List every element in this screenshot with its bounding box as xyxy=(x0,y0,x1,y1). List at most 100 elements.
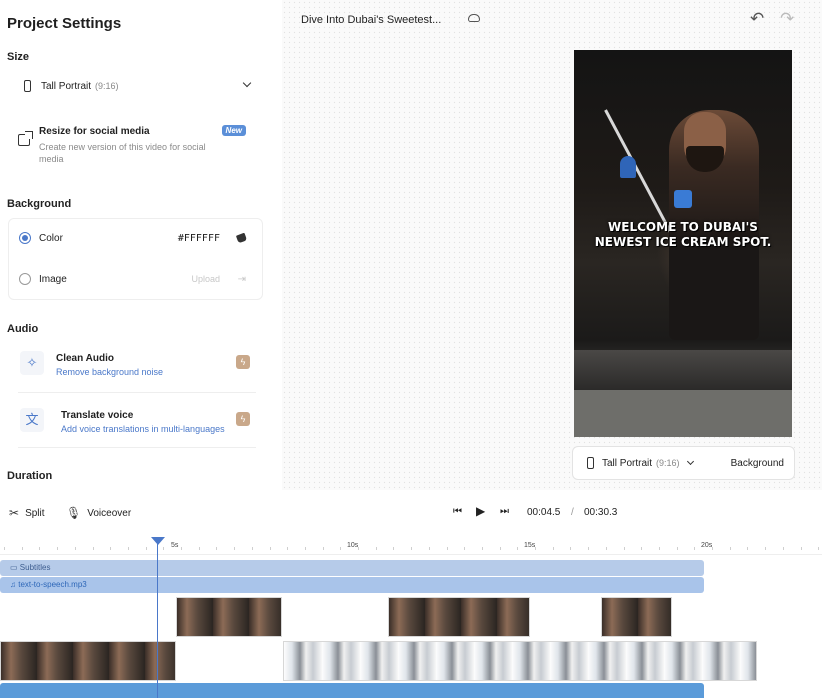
color-radio[interactable] xyxy=(19,232,31,244)
video-clip[interactable] xyxy=(388,597,530,637)
translate-voice-option[interactable]: 文 Translate voice Add voice translations… xyxy=(18,406,254,442)
audio-section-label: Audio xyxy=(7,323,39,335)
resize-for-social-button[interactable]: Resize for social media Create new versi… xyxy=(14,122,250,168)
subtitles-icon: ▭ xyxy=(10,563,20,572)
ruler-tick xyxy=(570,547,572,550)
audio-wave-icon: ♫ xyxy=(10,580,19,589)
ruler-tick xyxy=(747,547,749,550)
format-bar: Tall Portrait (9:16) Background xyxy=(572,446,795,480)
time-ruler[interactable]: 5s 10s 15s 20s xyxy=(0,535,822,555)
video-preview[interactable]: WELCOME TO DUBAI'S NEWEST ICE CREAM SPOT… xyxy=(574,50,792,437)
background-image-option[interactable]: Image Upload ⇥ xyxy=(9,263,262,295)
ruler-tick xyxy=(818,547,820,550)
translate-voice-description: Add voice translations in multi-language… xyxy=(61,424,225,434)
playhead-handle[interactable] xyxy=(151,537,165,545)
clean-audio-option[interactable]: ✧ Clean Audio Remove background noise ϟ xyxy=(18,349,254,385)
ruler-tick xyxy=(340,547,342,550)
ruler-tick xyxy=(623,547,625,550)
tts-audio-track[interactable]: ♫ text-to-speech.mp3 xyxy=(0,577,704,593)
ruler-tick xyxy=(464,547,466,550)
video-scene xyxy=(574,390,792,437)
chevron-down-icon xyxy=(242,78,252,88)
video-clip[interactable] xyxy=(283,641,757,681)
ruler-tick xyxy=(127,547,129,550)
background-color-option[interactable]: Color #FFFFFF xyxy=(9,222,262,254)
ruler-tick xyxy=(21,547,23,550)
background-button[interactable]: Background xyxy=(731,458,784,469)
subtitles-track-label: Subtitles xyxy=(19,563,51,572)
project-settings-panel: Project Settings Size Tall Portrait (9:1… xyxy=(0,0,282,490)
microphone-icon: 🎙 xyxy=(66,506,82,520)
video-scene xyxy=(604,109,673,235)
skip-back-icon[interactable]: ⏮ xyxy=(453,506,462,517)
new-badge: New xyxy=(221,125,246,136)
ruler-tick xyxy=(694,547,696,550)
translate-voice-title: Translate voice xyxy=(61,410,134,421)
color-value: #FFFFFF xyxy=(177,232,220,244)
sparkle-icon: ✧ xyxy=(20,351,44,375)
ruler-tick xyxy=(304,547,306,550)
ruler-tick xyxy=(145,547,147,550)
tick-label: 15s xyxy=(524,542,536,549)
ruler-tick xyxy=(641,547,643,550)
project-name[interactable]: Dive Into Dubai's Sweetest... xyxy=(301,14,441,26)
video-clip[interactable] xyxy=(176,597,282,637)
voiceover-label: Voiceover xyxy=(87,507,132,519)
split-button[interactable]: ✂ Split xyxy=(9,506,45,520)
skip-forward-icon[interactable]: ⏭ xyxy=(500,506,509,517)
format-name[interactable]: Tall Portrait xyxy=(602,458,652,469)
undo-icon[interactable]: ↶ xyxy=(750,9,764,29)
current-time: 00:04.5 xyxy=(527,507,561,518)
subtitles-track[interactable]: ▭ Subtitles xyxy=(0,560,704,576)
ruler-tick xyxy=(163,547,165,550)
ruler-tick xyxy=(800,547,802,550)
redo-icon[interactable]: ↷ xyxy=(780,9,794,29)
chevron-down-icon[interactable] xyxy=(686,457,694,466)
paint-bucket-icon[interactable] xyxy=(235,232,248,244)
play-icon[interactable]: ▶ xyxy=(476,504,485,518)
tick-label: 5s xyxy=(171,542,179,549)
ruler-tick xyxy=(712,547,713,550)
ruler-tick xyxy=(481,547,483,550)
video-caption[interactable]: WELCOME TO DUBAI'S NEWEST ICE CREAM SPOT… xyxy=(588,220,778,250)
phone-portrait-icon xyxy=(587,457,594,469)
ruler-tick xyxy=(765,547,767,550)
video-scene xyxy=(620,156,636,178)
image-radio[interactable] xyxy=(19,273,31,285)
upload-icon[interactable]: ⇥ xyxy=(238,274,246,285)
ruler-tick xyxy=(588,547,590,550)
color-label: Color xyxy=(39,232,63,244)
playhead-line[interactable] xyxy=(157,537,158,698)
format-ratio: (9:16) xyxy=(656,458,680,468)
ruler-tick xyxy=(658,547,660,550)
ruler-tick xyxy=(287,547,289,550)
divider xyxy=(18,392,256,393)
size-section-label: Size xyxy=(7,51,30,63)
ruler-tick xyxy=(517,547,519,550)
video-clip[interactable] xyxy=(601,597,672,637)
external-resize-icon xyxy=(18,131,33,146)
upload-label[interactable]: Upload xyxy=(191,274,220,284)
audio-track[interactable] xyxy=(0,683,704,698)
phone-portrait-icon xyxy=(24,80,31,92)
ruler-tick xyxy=(198,547,200,550)
ruler-tick xyxy=(393,547,395,550)
divider xyxy=(18,447,256,448)
ruler-tick xyxy=(92,547,94,550)
video-scene xyxy=(574,350,792,390)
playback-controls: ✂ Split 🎙 Voiceover ⏮ ▶ ⏭ 00:04.5 / 00:3… xyxy=(0,498,822,530)
ruler-tick xyxy=(535,547,536,550)
tts-track-label: text-to-speech.mp3 xyxy=(18,580,87,589)
ruler-tick xyxy=(552,547,554,550)
ruler-tick xyxy=(74,547,76,550)
ruler-tick xyxy=(411,547,413,550)
tick-label: 10s xyxy=(347,542,359,549)
video-scene xyxy=(674,190,692,208)
ruler-tick xyxy=(234,547,236,550)
timeline[interactable]: 5s 10s 15s 20s ▭ Subtitles ♫ text-to-spe… xyxy=(0,535,822,698)
size-ratio-label: (9:16) xyxy=(95,81,119,91)
voiceover-button[interactable]: 🎙 Voiceover xyxy=(66,506,131,520)
ruler-tick xyxy=(499,547,501,550)
video-clip[interactable] xyxy=(0,641,176,681)
size-dropdown[interactable]: Tall Portrait (9:16) xyxy=(10,72,258,100)
